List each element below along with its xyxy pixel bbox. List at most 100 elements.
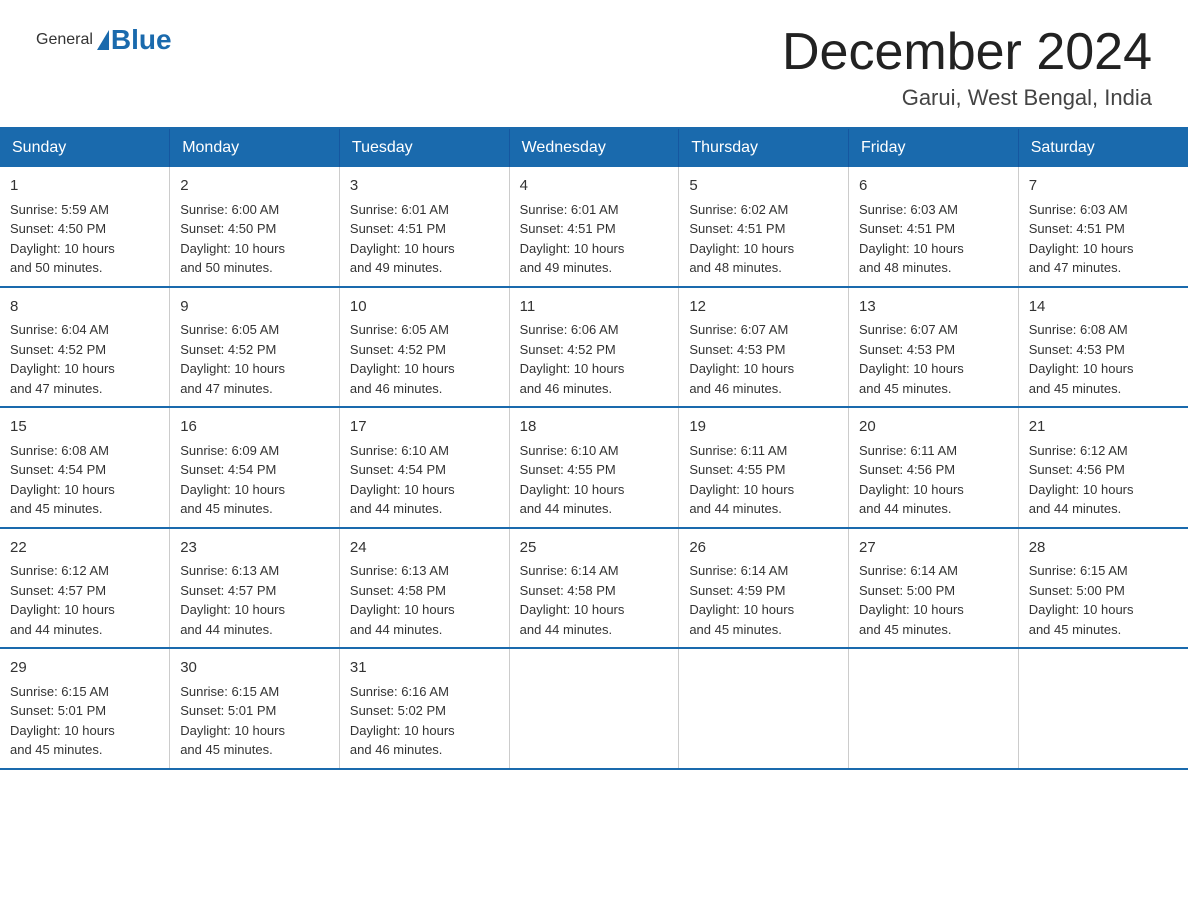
calendar-cell: 1 Sunrise: 5:59 AMSunset: 4:50 PMDayligh…	[0, 167, 170, 287]
weekday-header-wednesday: Wednesday	[509, 128, 679, 167]
day-number: 14	[1029, 296, 1178, 319]
day-number: 24	[350, 537, 499, 560]
calendar-cell: 27 Sunrise: 6:14 AMSunset: 5:00 PMDaylig…	[849, 528, 1019, 649]
day-number: 2	[180, 175, 329, 198]
calendar-cell: 25 Sunrise: 6:14 AMSunset: 4:58 PMDaylig…	[509, 528, 679, 649]
logo-general-text: General	[36, 31, 93, 49]
day-info: Sunrise: 6:11 AMSunset: 4:55 PMDaylight:…	[689, 443, 794, 517]
calendar-cell	[509, 648, 679, 769]
logo-blue-text: Blue	[111, 24, 172, 56]
day-number: 12	[689, 296, 838, 319]
day-number: 18	[520, 416, 669, 439]
day-info: Sunrise: 6:16 AMSunset: 5:02 PMDaylight:…	[350, 684, 455, 758]
calendar-cell: 19 Sunrise: 6:11 AMSunset: 4:55 PMDaylig…	[679, 407, 849, 528]
day-info: Sunrise: 6:04 AMSunset: 4:52 PMDaylight:…	[10, 322, 115, 396]
day-number: 13	[859, 296, 1008, 319]
day-info: Sunrise: 5:59 AMSunset: 4:50 PMDaylight:…	[10, 202, 115, 276]
calendar-cell: 31 Sunrise: 6:16 AMSunset: 5:02 PMDaylig…	[339, 648, 509, 769]
day-info: Sunrise: 6:01 AMSunset: 4:51 PMDaylight:…	[350, 202, 455, 276]
day-info: Sunrise: 6:15 AMSunset: 5:00 PMDaylight:…	[1029, 563, 1134, 637]
calendar-cell: 20 Sunrise: 6:11 AMSunset: 4:56 PMDaylig…	[849, 407, 1019, 528]
day-info: Sunrise: 6:10 AMSunset: 4:55 PMDaylight:…	[520, 443, 625, 517]
day-number: 26	[689, 537, 838, 560]
day-info: Sunrise: 6:14 AMSunset: 5:00 PMDaylight:…	[859, 563, 964, 637]
day-number: 8	[10, 296, 159, 319]
calendar-body: 1 Sunrise: 5:59 AMSunset: 4:50 PMDayligh…	[0, 167, 1188, 769]
day-number: 25	[520, 537, 669, 560]
calendar-cell: 5 Sunrise: 6:02 AMSunset: 4:51 PMDayligh…	[679, 167, 849, 287]
day-number: 5	[689, 175, 838, 198]
calendar-cell: 16 Sunrise: 6:09 AMSunset: 4:54 PMDaylig…	[170, 407, 340, 528]
calendar-cell	[849, 648, 1019, 769]
day-number: 15	[10, 416, 159, 439]
calendar-cell: 17 Sunrise: 6:10 AMSunset: 4:54 PMDaylig…	[339, 407, 509, 528]
weekday-header-monday: Monday	[170, 128, 340, 167]
logo-triangle-icon	[97, 30, 109, 50]
calendar-cell: 24 Sunrise: 6:13 AMSunset: 4:58 PMDaylig…	[339, 528, 509, 649]
day-number: 28	[1029, 537, 1178, 560]
page-subtitle: Garui, West Bengal, India	[782, 85, 1152, 111]
calendar-cell: 12 Sunrise: 6:07 AMSunset: 4:53 PMDaylig…	[679, 287, 849, 408]
day-number: 11	[520, 296, 669, 319]
weekday-header-thursday: Thursday	[679, 128, 849, 167]
calendar-cell: 6 Sunrise: 6:03 AMSunset: 4:51 PMDayligh…	[849, 167, 1019, 287]
page-header: General Blue December 2024 Garui, West B…	[0, 0, 1188, 127]
weekday-header-row: SundayMondayTuesdayWednesdayThursdayFrid…	[0, 128, 1188, 167]
day-number: 1	[10, 175, 159, 198]
calendar-cell: 18 Sunrise: 6:10 AMSunset: 4:55 PMDaylig…	[509, 407, 679, 528]
calendar-cell: 15 Sunrise: 6:08 AMSunset: 4:54 PMDaylig…	[0, 407, 170, 528]
day-info: Sunrise: 6:10 AMSunset: 4:54 PMDaylight:…	[350, 443, 455, 517]
day-info: Sunrise: 6:03 AMSunset: 4:51 PMDaylight:…	[1029, 202, 1134, 276]
calendar-cell: 13 Sunrise: 6:07 AMSunset: 4:53 PMDaylig…	[849, 287, 1019, 408]
day-info: Sunrise: 6:14 AMSunset: 4:59 PMDaylight:…	[689, 563, 794, 637]
calendar-cell: 2 Sunrise: 6:00 AMSunset: 4:50 PMDayligh…	[170, 167, 340, 287]
day-info: Sunrise: 6:05 AMSunset: 4:52 PMDaylight:…	[180, 322, 285, 396]
page-title: December 2024	[782, 24, 1152, 81]
day-info: Sunrise: 6:12 AMSunset: 4:56 PMDaylight:…	[1029, 443, 1134, 517]
calendar-cell: 30 Sunrise: 6:15 AMSunset: 5:01 PMDaylig…	[170, 648, 340, 769]
calendar-cell	[679, 648, 849, 769]
day-number: 17	[350, 416, 499, 439]
weekday-header-sunday: Sunday	[0, 128, 170, 167]
day-number: 30	[180, 657, 329, 680]
calendar-cell: 4 Sunrise: 6:01 AMSunset: 4:51 PMDayligh…	[509, 167, 679, 287]
calendar-cell: 7 Sunrise: 6:03 AMSunset: 4:51 PMDayligh…	[1018, 167, 1188, 287]
calendar-table: SundayMondayTuesdayWednesdayThursdayFrid…	[0, 127, 1188, 770]
day-number: 19	[689, 416, 838, 439]
calendar-cell: 8 Sunrise: 6:04 AMSunset: 4:52 PMDayligh…	[0, 287, 170, 408]
day-info: Sunrise: 6:15 AMSunset: 5:01 PMDaylight:…	[10, 684, 115, 758]
day-info: Sunrise: 6:07 AMSunset: 4:53 PMDaylight:…	[859, 322, 964, 396]
logo-area: General Blue	[36, 24, 172, 56]
day-number: 27	[859, 537, 1008, 560]
day-info: Sunrise: 6:15 AMSunset: 5:01 PMDaylight:…	[180, 684, 285, 758]
day-number: 10	[350, 296, 499, 319]
calendar-cell: 9 Sunrise: 6:05 AMSunset: 4:52 PMDayligh…	[170, 287, 340, 408]
calendar-cell: 14 Sunrise: 6:08 AMSunset: 4:53 PMDaylig…	[1018, 287, 1188, 408]
day-info: Sunrise: 6:02 AMSunset: 4:51 PMDaylight:…	[689, 202, 794, 276]
calendar-cell: 29 Sunrise: 6:15 AMSunset: 5:01 PMDaylig…	[0, 648, 170, 769]
day-number: 22	[10, 537, 159, 560]
calendar-week-row: 1 Sunrise: 5:59 AMSunset: 4:50 PMDayligh…	[0, 167, 1188, 287]
day-info: Sunrise: 6:03 AMSunset: 4:51 PMDaylight:…	[859, 202, 964, 276]
weekday-header-saturday: Saturday	[1018, 128, 1188, 167]
day-number: 20	[859, 416, 1008, 439]
day-number: 6	[859, 175, 1008, 198]
day-number: 7	[1029, 175, 1178, 198]
day-number: 29	[10, 657, 159, 680]
title-area: December 2024 Garui, West Bengal, India	[782, 24, 1152, 111]
calendar-header: SundayMondayTuesdayWednesdayThursdayFrid…	[0, 128, 1188, 167]
day-number: 3	[350, 175, 499, 198]
calendar-week-row: 8 Sunrise: 6:04 AMSunset: 4:52 PMDayligh…	[0, 287, 1188, 408]
day-info: Sunrise: 6:12 AMSunset: 4:57 PMDaylight:…	[10, 563, 115, 637]
day-number: 31	[350, 657, 499, 680]
day-info: Sunrise: 6:01 AMSunset: 4:51 PMDaylight:…	[520, 202, 625, 276]
calendar-week-row: 15 Sunrise: 6:08 AMSunset: 4:54 PMDaylig…	[0, 407, 1188, 528]
calendar-week-row: 22 Sunrise: 6:12 AMSunset: 4:57 PMDaylig…	[0, 528, 1188, 649]
weekday-header-friday: Friday	[849, 128, 1019, 167]
day-info: Sunrise: 6:05 AMSunset: 4:52 PMDaylight:…	[350, 322, 455, 396]
calendar-cell: 28 Sunrise: 6:15 AMSunset: 5:00 PMDaylig…	[1018, 528, 1188, 649]
calendar-cell: 10 Sunrise: 6:05 AMSunset: 4:52 PMDaylig…	[339, 287, 509, 408]
day-number: 21	[1029, 416, 1178, 439]
day-info: Sunrise: 6:00 AMSunset: 4:50 PMDaylight:…	[180, 202, 285, 276]
day-info: Sunrise: 6:13 AMSunset: 4:58 PMDaylight:…	[350, 563, 455, 637]
